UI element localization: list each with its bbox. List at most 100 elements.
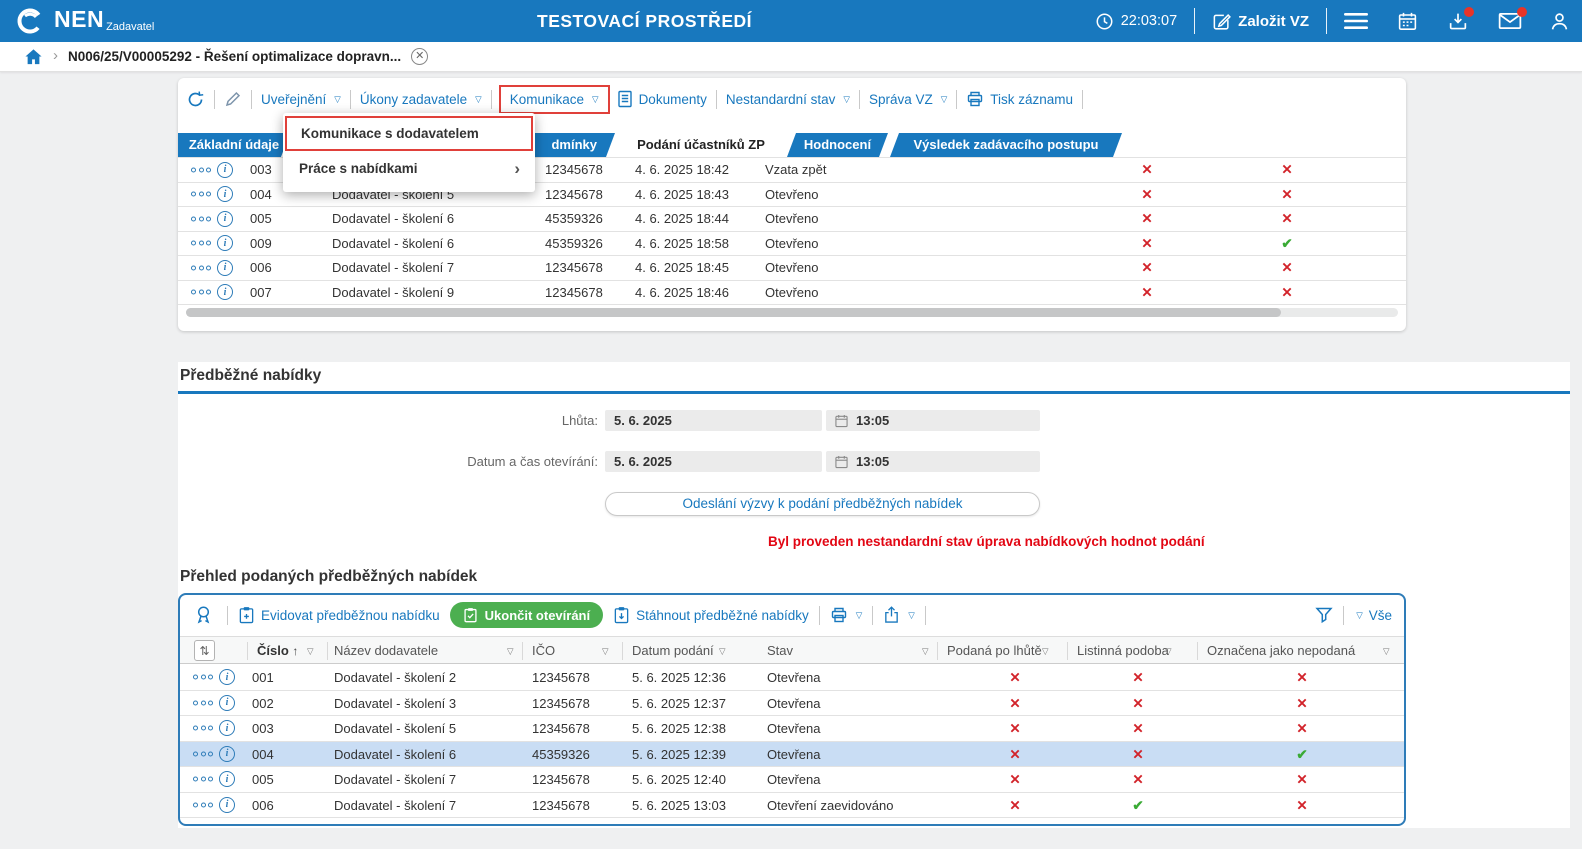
info-icon[interactable]: i (219, 771, 235, 787)
export-button[interactable]: ▽ (883, 606, 915, 624)
finish-opening-button[interactable]: Ukončit otevírání (450, 602, 603, 628)
print-table-button[interactable]: ▽ (830, 606, 863, 624)
chevron-down-icon: ▽ (475, 95, 482, 104)
info-icon[interactable]: i (217, 186, 233, 202)
menu-communication[interactable]: Komunikace▽ (510, 92, 599, 107)
tab-result[interactable]: Výsledek zadávacího postupu (890, 133, 1122, 157)
row-actions-icon[interactable] (191, 241, 211, 246)
filter-caret-icon[interactable]: ▽ (602, 637, 609, 665)
column-settings-icon[interactable]: ⇅ (194, 640, 215, 661)
edit-record-button[interactable] (224, 90, 242, 108)
table-row[interactable]: i007Dodavatel - školení 9123456784. 6. 2… (178, 281, 1406, 306)
table-row[interactable]: i009Dodavatel - školení 6453593264. 6. 2… (178, 232, 1406, 257)
info-icon[interactable]: i (217, 235, 233, 251)
info-icon[interactable]: i (219, 797, 235, 813)
main-menu-button[interactable] (1344, 12, 1368, 30)
close-record-icon[interactable]: ✕ (411, 48, 428, 65)
menu-publish[interactable]: Uveřejnění▽ (261, 92, 341, 107)
filter-caret-icon[interactable]: ▽ (1042, 637, 1049, 665)
row-actions-icon[interactable] (193, 751, 213, 756)
info-icon[interactable]: i (217, 162, 233, 178)
menu-admin-vz[interactable]: Správa VZ▽ (869, 92, 947, 107)
row-actions-icon[interactable] (191, 216, 211, 221)
nen-logo[interactable]: NEN Zadavatel (14, 4, 154, 36)
header-late[interactable]: Podaná po lhůtě (947, 637, 1042, 665)
row-actions-icon[interactable] (193, 700, 213, 705)
row-actions-icon[interactable] (191, 290, 211, 295)
table-row[interactable]: i001Dodavatel - školení 2123456785. 6. 2… (180, 665, 1404, 691)
filter-caret-icon[interactable]: ▽ (507, 637, 514, 665)
row-actions-icon[interactable] (191, 265, 211, 270)
download-prelim-bids-button[interactable]: Stáhnout předběžné nabídky (613, 606, 809, 624)
cell-ico: 12345678 (532, 716, 590, 742)
cell-date: 4. 6. 2025 18:45 (635, 256, 729, 281)
filter-caret-icon[interactable]: ▽ (922, 637, 929, 665)
row-actions-icon[interactable] (193, 726, 213, 731)
refresh-button[interactable] (186, 90, 205, 109)
table-row[interactable]: i002Dodavatel - školení 3123456785. 6. 2… (180, 691, 1404, 717)
opening-time-field[interactable]: 13:05 (826, 451, 1040, 472)
info-icon[interactable]: i (219, 669, 235, 685)
filter-button[interactable] (1315, 606, 1333, 624)
info-icon[interactable]: i (217, 211, 233, 227)
user-profile-button[interactable] (1549, 11, 1570, 32)
menu-contracting-actions[interactable]: Úkony zadavatele▽ (360, 92, 482, 107)
table-row[interactable]: i005Dodavatel - školení 6453593264. 6. 2… (178, 207, 1406, 232)
info-icon[interactable]: i (219, 746, 235, 762)
opening-date-field[interactable]: 5. 6. 2025 (605, 451, 822, 472)
deadline-time-field[interactable]: 13:05 (826, 410, 1040, 431)
filter-caret-icon[interactable]: ▽ (307, 637, 314, 665)
table-row[interactable]: i006Dodavatel - školení 7123456784. 6. 2… (178, 256, 1406, 281)
header-date[interactable]: Datum podání (632, 637, 714, 665)
tab-basic-info[interactable]: Základní údaje (178, 133, 290, 157)
table-row[interactable]: i003Dodavatel - školení 5123456785. 6. 2… (180, 716, 1404, 742)
filter-caret-icon[interactable]: ▽ (719, 637, 726, 665)
menu-item-communication-supplier[interactable]: Komunikace s dodavatelem (285, 116, 533, 151)
cell-date: 5. 6. 2025 12:36 (632, 665, 726, 691)
register-prelim-bid-button[interactable]: Evidovat předběžnou nabídku (238, 606, 440, 624)
row-actions-icon[interactable] (193, 675, 213, 680)
info-icon[interactable]: i (219, 695, 235, 711)
header-not-submitted[interactable]: Označena jako nepodaná (1207, 637, 1355, 665)
downloads-button[interactable] (1447, 11, 1469, 32)
header-status[interactable]: Stav (767, 637, 793, 665)
chevron-down-icon: ▽ (856, 611, 863, 620)
table-row[interactable]: i006Dodavatel - školení 7123456785. 6. 2… (180, 793, 1404, 819)
menu-documents[interactable]: Dokumenty (617, 90, 707, 108)
info-icon[interactable]: i (219, 720, 235, 736)
scrollbar-thumb[interactable] (186, 308, 1281, 317)
table-row[interactable]: i005Dodavatel - školení 7123456785. 6. 2… (180, 767, 1404, 793)
tab-participant-submissions[interactable]: Podání účastníků ZP (615, 133, 787, 157)
watch-ribbon-button[interactable] (194, 605, 213, 625)
horizontal-scrollbar[interactable] (186, 308, 1398, 317)
tab-evaluation[interactable]: Hodnocení (787, 133, 888, 157)
home-icon[interactable] (24, 48, 43, 66)
breadcrumb-item[interactable]: N006/25/V00005292 - Řešení optimalizace … (68, 49, 401, 64)
header-ico[interactable]: IČO (532, 637, 555, 665)
calendar-button[interactable] (1397, 11, 1418, 32)
info-icon[interactable]: i (217, 284, 233, 300)
create-vz-button[interactable]: Založit VZ (1212, 12, 1309, 31)
deadline-date-field[interactable]: 5. 6. 2025 (605, 410, 822, 431)
print-record-button[interactable]: Tisk záznamu (966, 90, 1073, 108)
info-icon[interactable]: i (217, 260, 233, 276)
menu-nonstandard-state[interactable]: Nestandardní stav▽ (726, 92, 850, 107)
row-actions-icon[interactable] (191, 192, 211, 197)
menu-item-work-with-bids[interactable]: Práce s nabídkami › (283, 151, 535, 187)
row-actions-icon[interactable] (191, 167, 211, 172)
filter-scope-all[interactable]: ▽Vše (1354, 608, 1392, 623)
table-row[interactable]: i004Dodavatel - školení 6453593265. 6. 2… (180, 742, 1404, 768)
row-actions-icon[interactable] (193, 802, 213, 807)
row-actions-icon[interactable] (193, 777, 213, 782)
header-num[interactable]: Číslo ↑ (257, 637, 298, 665)
send-invitation-button[interactable]: Odeslání výzvy k podání předběžných nabí… (605, 492, 1040, 516)
filter-caret-icon[interactable]: ▽ (1383, 637, 1390, 665)
cell-date: 5. 6. 2025 12:37 (632, 691, 726, 717)
filter-caret-icon[interactable]: ▽ (1165, 637, 1172, 665)
header-paper[interactable]: Listinná podoba (1077, 637, 1169, 665)
cross-icon: ✕ (1132, 665, 1143, 691)
cell-ico: 12345678 (545, 281, 603, 306)
cell-num: 006 (250, 256, 272, 281)
header-name[interactable]: Název dodavatele (334, 637, 438, 665)
messages-button[interactable] (1498, 11, 1522, 31)
